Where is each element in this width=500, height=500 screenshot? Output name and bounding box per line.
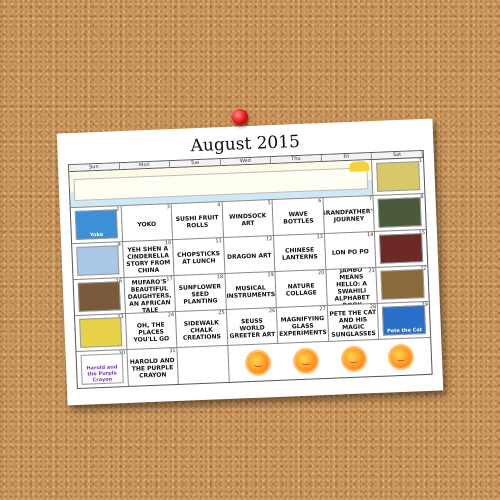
day-number: 2	[116, 206, 120, 213]
day-cell-10: 10 Yeh Shen A Cinderella Story from China	[122, 240, 175, 279]
book-cover-image: Yoko	[74, 209, 118, 240]
activity-text: Jambo Means Hello: a Swahili Alphabet Bo…	[334, 267, 370, 306]
day-cell-2: 2 Yoko	[70, 206, 123, 245]
activity-text: Sushi Fruit Rolls	[175, 214, 219, 230]
day-cell-5: 5 Windsock Art	[222, 200, 275, 239]
sun-icon: ‿	[294, 349, 318, 373]
activity-text: Seuss World Greeter Art	[229, 317, 276, 340]
day-cell-21: 21 Jambo Means Hello: a Swahili Alphabet …	[326, 267, 379, 306]
day-cell-18: 18 Sunflower Seed Planting	[174, 274, 227, 313]
day-cell-22: 22	[376, 265, 429, 304]
day-cell-25: 25 Sidewalk Chalk Creations	[176, 309, 229, 348]
day-cell-27: 27 Magnifying Glass Experiments	[277, 305, 330, 344]
activity-text: Harold and the Purple Crayon	[129, 357, 175, 380]
activity-text: Musical Instruments	[226, 284, 276, 300]
activity-text: Windsock Art	[228, 212, 267, 228]
book-cover-image	[377, 197, 422, 228]
book-cover-image: Harold and the Purple Crayon	[80, 353, 124, 385]
activity-text: Yeh Shen A Cinderella Story from China	[126, 245, 171, 275]
activity-text: Magnifying Glass Experiments	[279, 314, 327, 338]
activity-text: Oh, the Places You'll Go	[133, 320, 170, 344]
day-cell-19: 19 Musical Instruments	[225, 271, 278, 310]
activity-text: Mufaro's Beautiful Daughters, an African…	[127, 277, 172, 314]
activity-text: Chopsticks at Lunch	[176, 250, 221, 266]
activity-text: Chinese Lanterns	[281, 246, 318, 262]
pushpin	[232, 109, 248, 125]
day-cell-23: 23	[75, 314, 127, 353]
day-cell-13: 13 Chinese Lanterns	[274, 233, 327, 272]
activity-text: Wave Bottles	[283, 210, 314, 226]
day-cell-24: 24 Oh, the Places You'll Go	[125, 312, 178, 351]
activity-text: Nature Collage	[285, 282, 317, 298]
day-cell-4: 4 Sushi Fruit Rolls	[171, 202, 224, 241]
activity-text: Grandfather's Journey	[323, 207, 376, 224]
activity-text: Lon Po Po	[331, 247, 369, 257]
sun-icon: ‿	[247, 351, 270, 375]
day-cell-6: 6 Wave Bottles	[272, 198, 325, 237]
activity-text: Pete the Cat and His Magic Sunglasses	[329, 308, 377, 339]
activity-text: Yoko	[137, 220, 157, 228]
smiley-face-icon: ‿	[254, 357, 263, 368]
day-cell-30: 30Harold and the Purple Crayon	[76, 350, 129, 389]
day-cell-11: 11 Chopsticks at Lunch	[173, 238, 226, 277]
smiley-face-icon: ‿	[349, 353, 358, 365]
day-number: 9	[117, 242, 121, 249]
day-cell-9: 9	[72, 242, 125, 281]
activity-text: Sidewalk Chalk Creations	[182, 318, 222, 342]
activity-text: Sunflower Seed Planting	[178, 282, 222, 306]
sun-icon: ‿	[342, 347, 366, 371]
banner-illustration	[73, 167, 369, 201]
smiley-face-icon: ‿	[397, 351, 405, 363]
day-cell-28: 28 Pete the Cat and His Magic Sunglasses	[327, 303, 380, 342]
calendar-grid: Sun Mon Tue Wed Thu Fri Sat 1 2 Yoko 3 Yoko…	[67, 149, 433, 390]
calendar-page: August 2015 Sun Mon Tue Wed Thu Fri Sat …	[56, 118, 444, 406]
smiley-face-icon: ‿	[302, 355, 310, 366]
book-cover-image	[380, 269, 425, 300]
day-cell-8: 8	[373, 193, 426, 232]
book-cover-image	[79, 317, 122, 348]
day-cell-29: 29Pete the Cat	[378, 301, 431, 340]
book-cover-image	[77, 281, 121, 312]
book-cover-image: Pete the Cat	[382, 305, 427, 336]
empty-day-cell	[177, 345, 230, 384]
book-cover-image	[379, 233, 424, 264]
day-cell-16: 16	[73, 278, 126, 317]
cat-illustration	[349, 161, 370, 172]
activity-text: Dragon Art	[226, 251, 272, 261]
day-cell-12: 12 Dragon Art	[223, 236, 276, 275]
book-cover-image	[376, 161, 421, 192]
day-cell-20: 20 Nature Collage	[275, 269, 328, 308]
day-cell-1: 1	[372, 157, 425, 196]
day-cell-31: 31 Harold and the Purple Crayon	[126, 347, 179, 386]
day-cell-3: 3 Yoko	[121, 204, 174, 243]
day-cell-15: 15	[375, 229, 428, 268]
day-number: 8	[420, 193, 424, 201]
day-cell-7: 7 Grandfather's Journey	[323, 195, 376, 234]
book-cover-image	[76, 245, 119, 276]
day-number: 1	[418, 158, 423, 165]
sun-icon: ‿	[389, 345, 413, 369]
day-cell-26: 26 Seuss World Greeter Art	[226, 307, 279, 346]
day-cell-17: 17 Mufaro's Beautiful Daughters, an Afric…	[124, 276, 177, 315]
day-cell-14: 14 Lon Po Po	[324, 231, 377, 270]
